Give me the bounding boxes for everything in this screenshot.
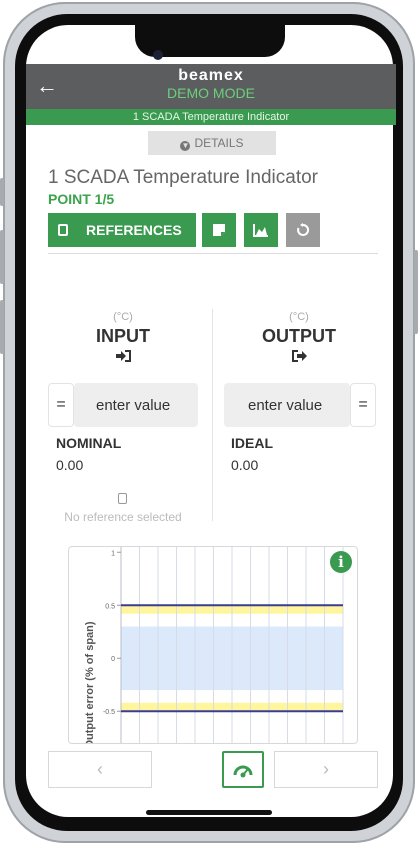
input-placeholder: enter value: [96, 397, 171, 414]
device-icon: [58, 224, 68, 236]
reset-button[interactable]: [286, 213, 320, 247]
auto-capture-button[interactable]: [222, 751, 264, 788]
volume-down-button: [0, 300, 4, 354]
input-unit: (°C): [113, 311, 133, 323]
home-indicator: [146, 810, 272, 815]
references-button[interactable]: REFERENCES: [48, 213, 196, 247]
chart-y-tick-label: 0.5: [105, 603, 115, 610]
chevron-down-circle-icon: ▼: [180, 141, 191, 151]
power-button: [414, 250, 418, 334]
nominal-label: NOMINAL: [56, 435, 122, 451]
input-equals-button[interactable]: =: [48, 383, 74, 427]
error-chart: 1 0.5 0 -0.5 Output error (% of span): [68, 546, 358, 744]
page-title: 1 SCADA Temperature Indicator: [48, 167, 319, 188]
instrument-bar: 1 SCADA Temperature Indicator: [26, 109, 396, 125]
chart-y-tick-label: 0: [111, 656, 115, 663]
chevron-right-icon: ›: [323, 759, 329, 779]
chart-button[interactable]: [244, 213, 278, 247]
output-unit: (°C): [289, 311, 309, 323]
input-label: INPUT: [96, 326, 150, 346]
note-button[interactable]: [202, 213, 236, 247]
chevron-left-icon: ‹: [97, 759, 103, 779]
reference-status: No reference selected: [64, 510, 182, 524]
ideal-label: IDEAL: [231, 435, 273, 451]
brand-logo: beamex: [178, 67, 244, 84]
output-placeholder: enter value: [248, 397, 323, 414]
note-icon: [213, 224, 225, 236]
next-point-button[interactable]: ›: [274, 751, 378, 788]
chart-area-icon: [253, 224, 268, 237]
ideal-value: 0.00: [231, 457, 259, 473]
previous-point-button[interactable]: ‹: [48, 751, 152, 788]
sign-in-icon: [115, 349, 131, 362]
output-label: OUTPUT: [262, 326, 336, 346]
chart-y-tick-label: -0.5: [103, 709, 115, 716]
nominal-value: 0.00: [56, 457, 84, 473]
chart-y-axis-label: Output error (% of span): [84, 621, 96, 743]
point-indicator: POINT 1/5: [48, 191, 115, 207]
mode-label: DEMO MODE: [167, 85, 255, 101]
output-equals-button[interactable]: =: [350, 383, 376, 427]
error-chart-svg: 1 0.5 0 -0.5 Output error (% of span): [84, 547, 344, 743]
app-bar: ← beamex DEMO MODE: [26, 64, 396, 109]
gauge-icon: [233, 765, 253, 778]
column-separator: [212, 309, 213, 521]
details-label: DETAILS: [194, 136, 244, 150]
reset-icon: [297, 223, 310, 236]
mute-switch: [0, 178, 4, 206]
device-icon: [118, 493, 127, 504]
references-label: REFERENCES: [86, 222, 182, 238]
chart-y-tick-label: 1: [111, 550, 115, 557]
info-icon[interactable]: i: [330, 551, 352, 573]
details-toggle[interactable]: ▼ DETAILS: [148, 131, 276, 155]
toolbar-divider: [48, 253, 378, 254]
sign-out-icon: [292, 349, 308, 362]
front-camera: [153, 50, 163, 60]
volume-up-button: [0, 230, 4, 284]
